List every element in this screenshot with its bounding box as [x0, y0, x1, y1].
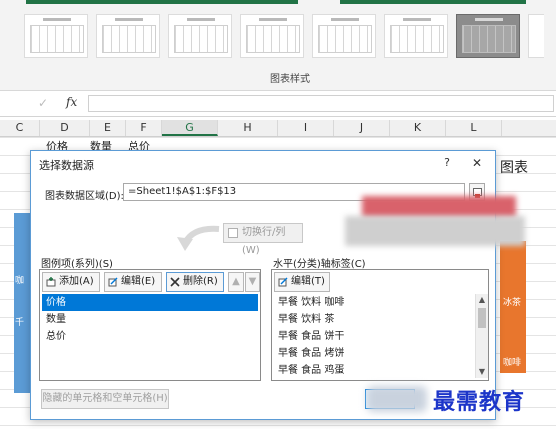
scroll-up-icon[interactable]: ▲ — [476, 294, 488, 306]
scroll-thumb[interactable] — [478, 308, 486, 328]
column-header-i[interactable]: I — [278, 120, 334, 136]
fx-icon[interactable]: fx — [66, 95, 77, 109]
watermark-text: 最需教育 — [433, 389, 526, 415]
column-header-d[interactable]: D — [40, 120, 90, 136]
axis-labels-pane: 编辑(T) 早餐 饮料 咖啡 早餐 饮料 茶 早餐 食品 饼干 早餐 食品 烤饼… — [271, 269, 489, 381]
legend-entries-label: 图例项(系列)(S) — [41, 259, 113, 270]
axis-toolbar: 编辑(T) — [274, 272, 486, 292]
chart-title-fragment: 图表 — [500, 160, 528, 176]
add-icon — [46, 277, 56, 287]
column-header-e[interactable]: E — [90, 120, 126, 136]
axis-label-item: 早餐 食品 饼干 — [278, 331, 345, 342]
delete-series-button[interactable]: 删除(R) — [166, 272, 224, 292]
chart-style-thumbnail[interactable] — [24, 14, 88, 58]
move-up-button[interactable]: ▲ — [228, 272, 244, 292]
chart-label-fragment: 咖啡 — [503, 358, 522, 368]
chart-style-thumbnail[interactable] — [168, 14, 232, 58]
select-data-source-dialog: 选择数据源 ? ✕ 图表数据区域(D): =Sheet1!$A$1:$F$13 … — [30, 150, 496, 420]
column-header-g[interactable]: G — [162, 120, 218, 136]
ribbon-group-label: 图表样式 — [270, 74, 310, 85]
scroll-down-icon[interactable]: ▼ — [476, 366, 488, 378]
chart-data-range-label: 图表数据区域(D): — [45, 191, 124, 202]
add-series-label: 添加(A) — [59, 276, 94, 287]
axis-labels-list: 早餐 饮料 咖啡 早餐 饮料 茶 早餐 食品 饼干 早餐 食品 烤饼 早餐 食品… — [274, 294, 474, 378]
chart-label-fragment: 咖 — [15, 276, 25, 286]
legend-entries-pane: 添加(A) 编辑(E) 删除(R) ▲ ▼ 价格 数量 总价 — [39, 269, 261, 381]
switch-arrow-icon — [177, 225, 220, 251]
column-header-f[interactable]: F — [126, 120, 162, 136]
ribbon: 图表样式 — [0, 0, 556, 91]
edit-icon — [278, 277, 288, 287]
edit-axis-labels-label: 编辑(T) — [291, 276, 325, 287]
series-item[interactable]: 数量 — [42, 311, 258, 328]
axis-label-item: 早餐 食品 烤饼 — [278, 348, 345, 359]
chart-style-thumbnail[interactable] — [240, 14, 304, 58]
column-header-h[interactable]: H — [218, 120, 278, 136]
axis-list-scrollbar[interactable]: ▲ ▼ — [475, 294, 488, 378]
redacted-region — [367, 386, 427, 412]
axis-label-item: 早餐 饮料 茶 — [278, 314, 335, 325]
delete-series-label: 删除(R) — [183, 276, 218, 287]
edit-icon — [108, 277, 118, 287]
chart-style-thumbnail[interactable] — [312, 14, 376, 58]
axis-labels-label: 水平(分类)轴标签(C) — [273, 259, 366, 270]
axis-label-item: 早餐 食品 鸡蛋 — [278, 365, 345, 376]
check-icon[interactable]: ✓ — [38, 96, 48, 110]
dialog-title: 选择数据源 — [39, 159, 94, 172]
legend-series-list: 价格 数量 总价 — [42, 294, 258, 378]
ribbon-accent-bar — [26, 0, 298, 4]
chart-bar-fragment: 咖 千 — [14, 213, 30, 393]
edit-series-button[interactable]: 编辑(E) — [104, 272, 162, 292]
redacted-region — [362, 196, 516, 218]
chart-bar-fragment: 冰茶 咖啡 — [500, 241, 526, 373]
hidden-and-empty-cells-button[interactable]: 隐藏的单元格和空单元格(H) — [41, 389, 169, 409]
column-header-m[interactable] — [502, 120, 556, 136]
series-item[interactable]: 总价 — [42, 328, 258, 345]
column-header-j[interactable]: J — [334, 120, 390, 136]
column-header-k[interactable]: K — [390, 120, 446, 136]
add-series-button[interactable]: 添加(A) — [42, 272, 100, 292]
switch-icon — [228, 228, 238, 238]
chart-label-fragment: 千 — [15, 318, 25, 328]
redacted-region — [345, 216, 525, 246]
formula-bar: ✓ fx — [0, 92, 556, 117]
switch-row-column-button[interactable]: 切换行/列(W) — [223, 223, 303, 256]
delete-icon — [170, 277, 180, 287]
close-icon[interactable]: ✕ — [467, 154, 487, 172]
axis-label-item: 早餐 饮料 咖啡 — [278, 297, 345, 308]
edit-axis-labels-button[interactable]: 编辑(T) — [274, 272, 330, 292]
edit-series-label: 编辑(E) — [121, 276, 156, 287]
formula-input[interactable] — [88, 95, 554, 112]
help-button[interactable]: ? — [439, 154, 455, 172]
chart-style-thumbnail[interactable] — [384, 14, 448, 58]
switch-row-column-label: 切换行/列(W) — [242, 227, 286, 256]
chart-style-thumbnail-selected[interactable] — [456, 14, 520, 58]
ribbon-accent-bar — [340, 0, 526, 4]
chart-label-fragment: 冰茶 — [503, 298, 522, 308]
chart-style-gallery — [24, 14, 544, 62]
chart-style-thumbnail[interactable] — [528, 14, 544, 58]
column-header-partial[interactable]: C — [0, 120, 40, 136]
move-down-button[interactable]: ▼ — [245, 272, 260, 292]
series-item[interactable]: 价格 — [42, 294, 258, 311]
column-header-l[interactable]: L — [446, 120, 502, 136]
chart-style-thumbnail[interactable] — [96, 14, 160, 58]
column-headers: C D E F G H I J K L — [0, 120, 556, 137]
legend-toolbar: 添加(A) 编辑(E) 删除(R) ▲ ▼ — [42, 272, 260, 292]
